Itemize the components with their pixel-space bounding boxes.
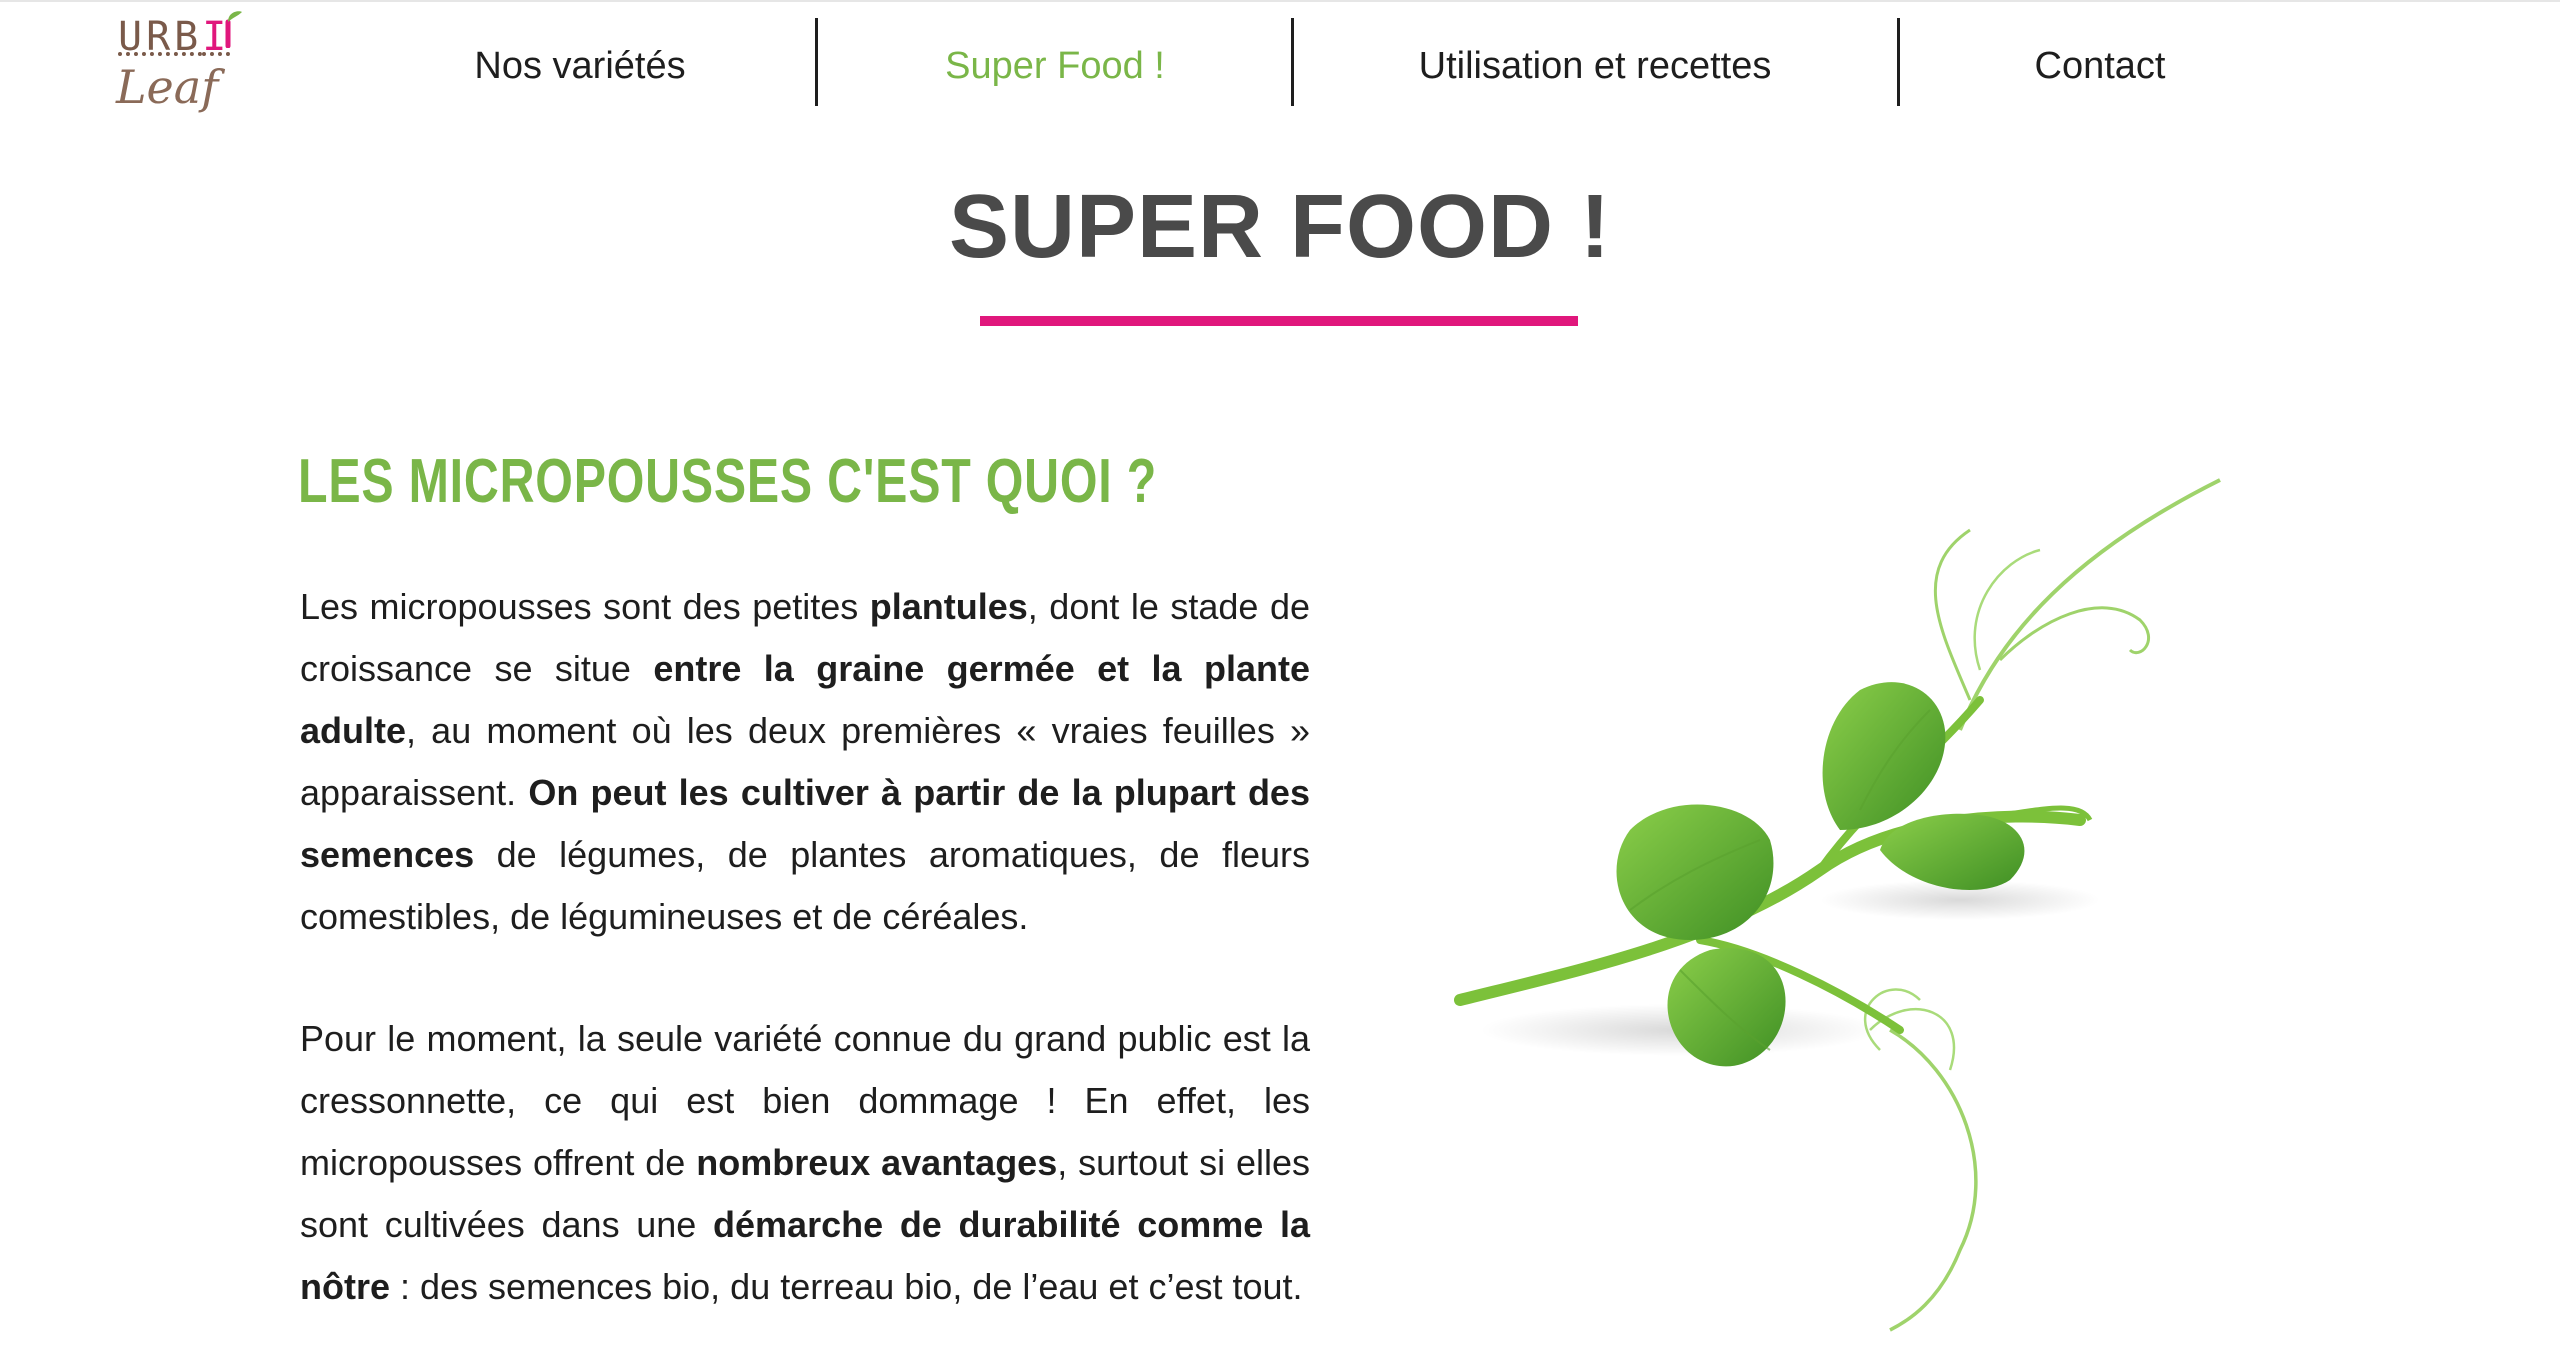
logo-leaf-text: Leaf	[116, 60, 219, 114]
top-border	[0, 0, 2560, 2]
nav-divider	[1291, 18, 1294, 106]
urbileaf-logo[interactable]: URBI Leaf	[112, 8, 252, 128]
sprout-icon	[225, 11, 242, 48]
title-underline	[980, 316, 1578, 326]
nav-item-utilisation-recettes[interactable]: Utilisation et recettes	[1350, 38, 1840, 94]
pea-shoot-image	[1454, 478, 2221, 1332]
paragraph-definition: Les micropousses sont des petites plantu…	[300, 576, 1310, 948]
nav-item-nos-varietes[interactable]: Nos variétés	[420, 38, 740, 94]
paragraph-benefits: Pour le moment, la seule variété connue …	[300, 1008, 1310, 1318]
paragraph-bold-text: plantules	[869, 586, 1028, 627]
section-heading: LES MICROPOUSSES C'EST QUOI ?	[298, 447, 1158, 516]
page-title: SUPER FOOD !	[948, 177, 1612, 277]
paragraph-bold-text: nombreux avantages	[696, 1142, 1058, 1183]
paragraph-text: : des semences bio, du terreau bio, de l…	[390, 1266, 1303, 1307]
nav-item-super-food[interactable]: Super Food !	[870, 38, 1240, 94]
logo-urbi-text: URBI	[118, 14, 231, 60]
nav-divider	[1897, 18, 1900, 106]
paragraph-text: Les micropousses sont des petites	[300, 586, 870, 627]
nav-divider	[815, 18, 818, 106]
nav-item-contact[interactable]: Contact	[1960, 38, 2240, 94]
